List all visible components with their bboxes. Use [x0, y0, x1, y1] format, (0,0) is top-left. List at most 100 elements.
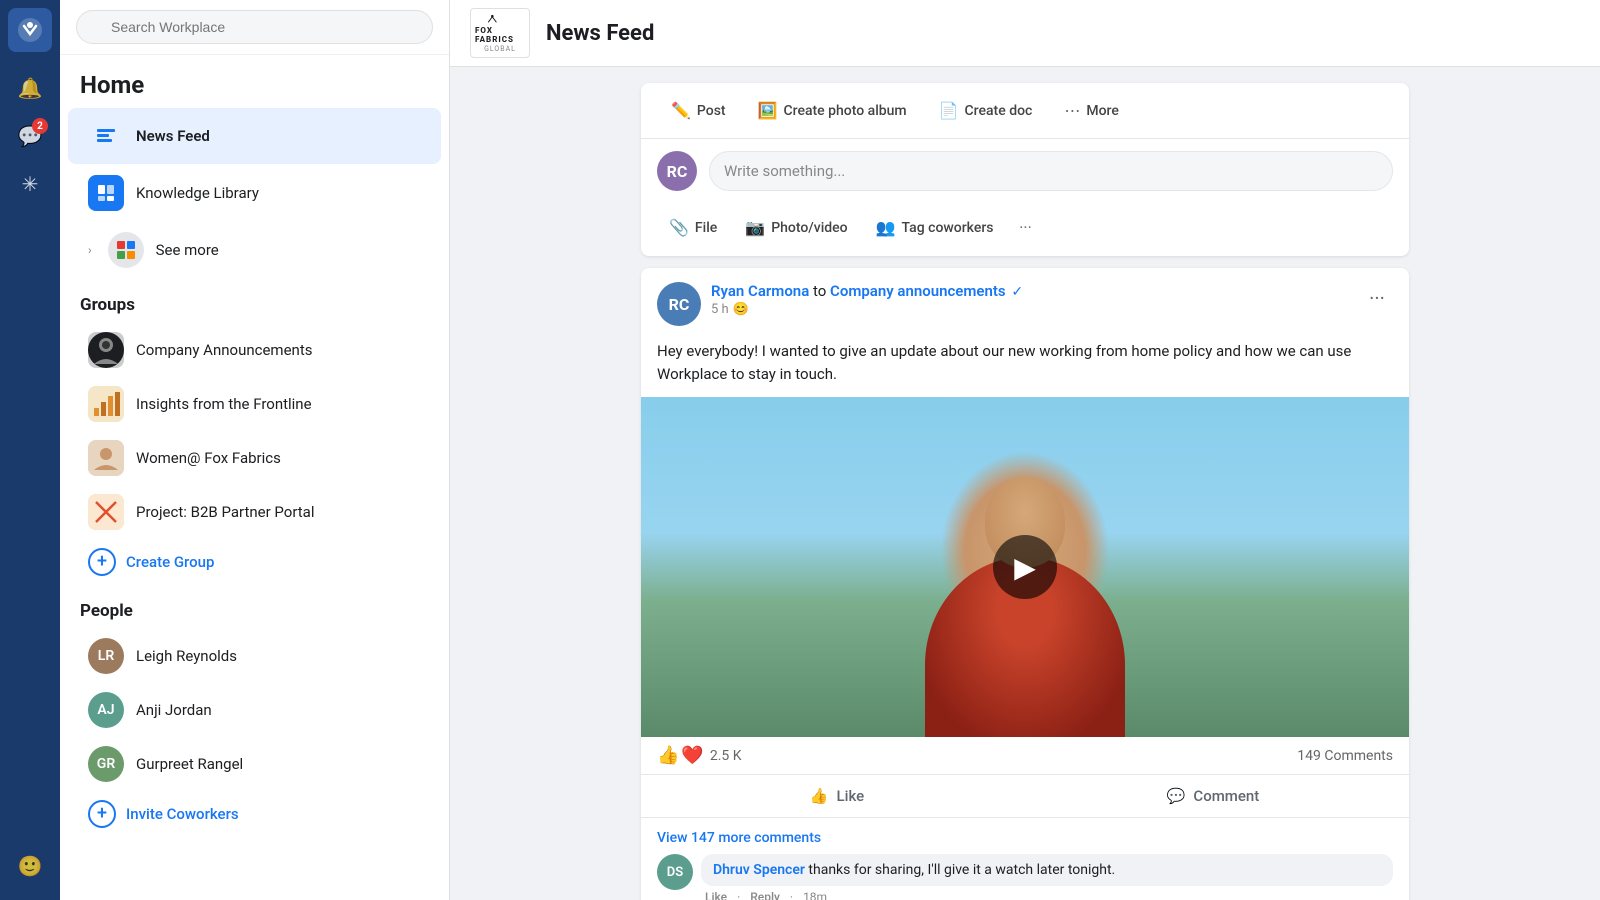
comment-item: DS Dhruv Spencer thanks for sharing, I'l…	[657, 854, 1393, 900]
news-feed-label: News Feed	[136, 127, 210, 145]
like-btn-icon: 👍	[810, 787, 829, 805]
brand-logo: FOX FABRICS GLOBAL	[470, 8, 530, 58]
icon-bar: 🔔 💬 2 ✳ 🙂	[0, 0, 60, 900]
chat-icon-btn[interactable]: 💬 2	[8, 114, 52, 158]
emoji-icon-btn[interactable]: 🙂	[8, 844, 52, 888]
post-more-icon: ···	[1019, 218, 1032, 237]
comment-reply-dhruv[interactable]: Reply	[750, 890, 780, 900]
comment-author-dhruv[interactable]: Dhruv Spencer	[713, 862, 805, 878]
tab-post-label: Post	[697, 103, 726, 119]
avatar-leigh-reynolds: LR	[88, 638, 124, 674]
post-group-name[interactable]: Company announcements	[830, 282, 1006, 300]
file-action-btn[interactable]: 📎 File	[657, 211, 729, 244]
photo-video-icon: 📷	[745, 218, 765, 237]
post-video[interactable]: ▶	[641, 397, 1409, 737]
comment-like-dhruv[interactable]: Like	[705, 890, 727, 900]
sidebar-search-area: 🔍	[60, 0, 449, 55]
post-author-line: Ryan Carmona to Company announcements ✓	[711, 282, 1023, 300]
tab-create-doc[interactable]: 📄 Create doc	[925, 93, 1047, 128]
group-item-women-fox[interactable]: Women@ Fox Fabrics	[68, 432, 441, 484]
group-avatar-women	[88, 440, 124, 476]
sidebar-item-news-feed[interactable]: News Feed	[68, 108, 441, 164]
tab-more-label: More	[1086, 103, 1119, 119]
feed-title: News Feed	[546, 21, 654, 46]
brand-name: FOX FABRICS	[475, 26, 525, 45]
comment-content-dhruv: Dhruv Spencer thanks for sharing, I'll g…	[701, 854, 1393, 900]
tab-photo-album-label: Create photo album	[784, 103, 907, 119]
comment-meta-dhruv: Like · Reply · 18m	[701, 886, 1393, 900]
photo-album-icon: 🖼️	[758, 101, 778, 120]
create-group-btn[interactable]: + Create Group	[68, 540, 441, 584]
more-tab-icon: ⋯	[1064, 101, 1080, 120]
avatar-anji-jordan: AJ	[88, 692, 124, 728]
comments-count[interactable]: 149 Comments	[1297, 748, 1393, 764]
comment-btn[interactable]: 💬 Comment	[1025, 779, 1401, 813]
sidebar-item-see-more[interactable]: › See more	[68, 222, 441, 278]
post-author-avatar: RC	[657, 282, 701, 326]
comment-time-dhruv: 18m	[803, 890, 827, 900]
post-more-btn[interactable]: ···	[1009, 212, 1041, 244]
post-time-value: 5 h	[711, 302, 729, 317]
groups-icon: ✳	[22, 172, 39, 196]
verified-badge-icon: ✓	[1011, 284, 1023, 300]
post-creator-tabs: ✏️ Post 🖼️ Create photo album 📄 Create d…	[641, 83, 1409, 139]
group-avatar-b2b	[88, 494, 124, 530]
post-author-name[interactable]: Ryan Carmona	[711, 282, 809, 300]
person-item-gurpreet-rangel[interactable]: GR Gurpreet Rangel	[68, 738, 441, 790]
group-item-insights-frontline[interactable]: Insights from the Frontline	[68, 378, 441, 430]
invite-coworkers-btn[interactable]: + Invite Coworkers	[68, 792, 441, 836]
news-feed-icon	[88, 118, 124, 154]
tag-coworkers-label: Tag coworkers	[902, 220, 994, 236]
tab-more[interactable]: ⋯ More	[1050, 93, 1133, 128]
person-item-anji-jordan[interactable]: AJ Anji Jordan	[68, 684, 441, 736]
tab-post[interactable]: ✏️ Post	[657, 93, 740, 128]
chevron-right-icon: ›	[88, 243, 92, 257]
reaction-count: 2.5 K	[710, 748, 742, 764]
comment-dot-1: ·	[737, 890, 740, 900]
tab-create-photo-album[interactable]: 🖼️ Create photo album	[744, 93, 921, 128]
comment-bubble-dhruv: Dhruv Spencer thanks for sharing, I'll g…	[701, 854, 1393, 886]
feed-content: ✏️ Post 🖼️ Create photo album 📄 Create d…	[625, 83, 1425, 900]
avatar-gurpreet-rangel: GR	[88, 746, 124, 782]
search-input[interactable]	[76, 10, 433, 44]
post-privacy-icon: 😊	[733, 302, 749, 317]
bell-icon-btn[interactable]: 🔔	[8, 66, 52, 110]
like-btn[interactable]: 👍 Like	[649, 779, 1025, 813]
video-overlay: ▶	[641, 397, 1409, 737]
play-button[interactable]: ▶	[993, 535, 1057, 599]
invite-coworkers-label: Invite Coworkers	[126, 805, 239, 823]
tag-coworkers-action-btn[interactable]: 👥 Tag coworkers	[864, 211, 1006, 244]
group-label-b2b: Project: B2B Partner Portal	[136, 503, 314, 521]
comment-avatar-dhruv: DS	[657, 854, 693, 890]
sidebar-nav: News Feed Knowledge Library ›	[60, 107, 449, 279]
comment-btn-icon: 💬	[1167, 787, 1186, 805]
post-creator: ✏️ Post 🖼️ Create photo album 📄 Create d…	[641, 83, 1409, 256]
workplace-logo[interactable]	[8, 8, 52, 52]
post-time: 5 h 😊	[711, 302, 1023, 317]
create-group-label: Create Group	[126, 553, 214, 571]
like-btn-label: Like	[837, 787, 865, 805]
group-item-b2b-portal[interactable]: Project: B2B Partner Portal	[68, 486, 441, 538]
group-avatar-insights	[88, 386, 124, 422]
photo-video-action-btn[interactable]: 📷 Photo/video	[733, 211, 859, 244]
chat-badge: 2	[32, 118, 48, 134]
tag-coworkers-icon: 👥	[876, 218, 896, 237]
see-more-label: See more	[156, 241, 219, 259]
main-content: FOX FABRICS GLOBAL News Feed ✏️ Post 🖼️ …	[450, 0, 1600, 900]
post-options-icon: ···	[1369, 286, 1385, 310]
groups-icon-btn[interactable]: ✳	[8, 162, 52, 206]
knowledge-library-icon	[88, 175, 124, 211]
brand-sub: GLOBAL	[484, 45, 516, 53]
current-user-avatar: RC	[657, 151, 697, 191]
post-options-btn[interactable]: ···	[1361, 282, 1393, 314]
sidebar-item-knowledge-library[interactable]: Knowledge Library	[68, 165, 441, 221]
doc-icon: 📄	[939, 101, 959, 120]
post-body-text: Hey everybody! I wanted to give an updat…	[641, 336, 1409, 397]
group-item-company-announcements[interactable]: Company Announcements	[68, 324, 441, 376]
view-more-comments-btn[interactable]: View 147 more comments	[657, 826, 1393, 854]
people-section-title: People	[60, 585, 449, 629]
person-item-leigh-reynolds[interactable]: LR Leigh Reynolds	[68, 630, 441, 682]
post-placeholder-text[interactable]: Write something...	[709, 151, 1393, 191]
video-thumbnail: ▶	[641, 397, 1409, 737]
post-actions: 📎 File 📷 Photo/video 👥 Tag coworkers ···	[641, 203, 1409, 256]
